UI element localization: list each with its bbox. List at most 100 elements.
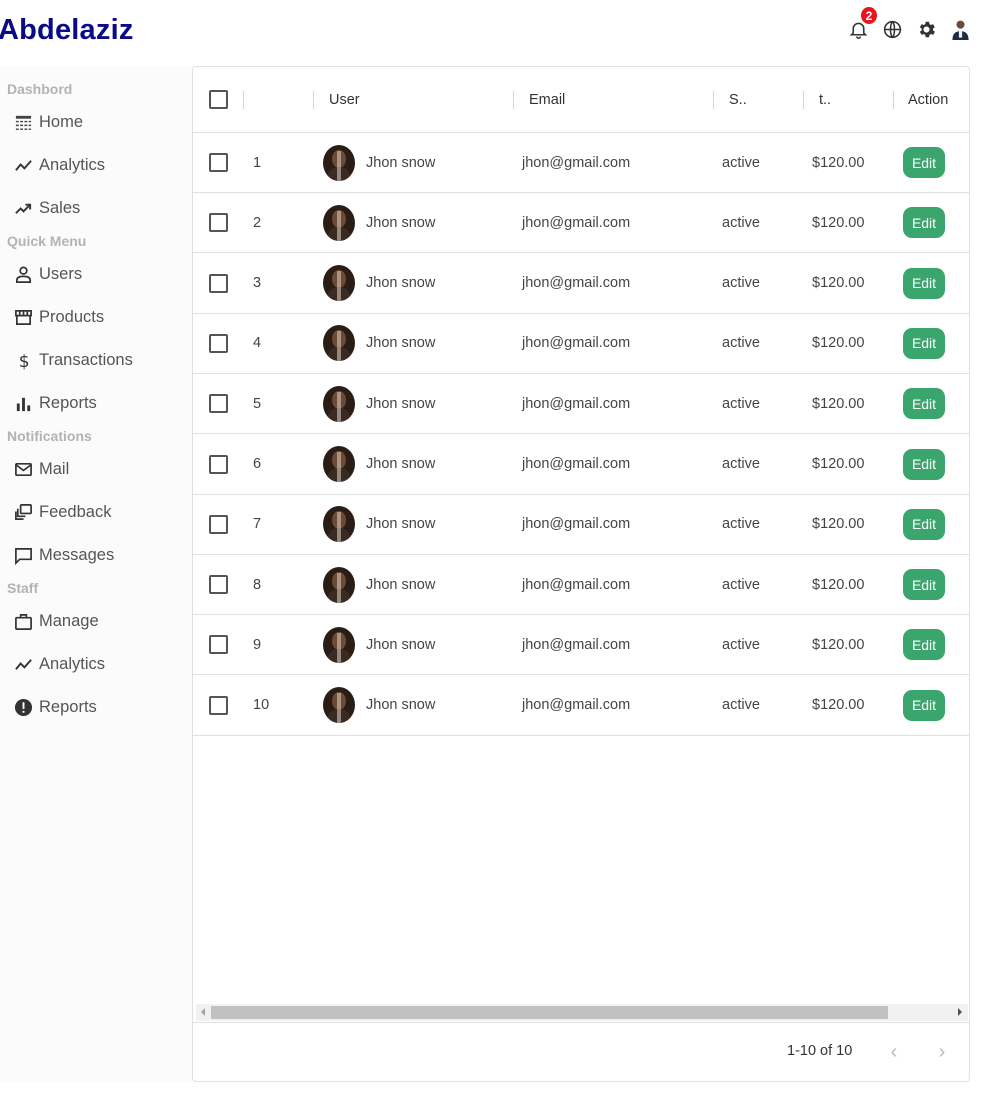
row-checkbox[interactable] — [209, 394, 228, 414]
sidebar-item-home[interactable]: Home — [0, 101, 192, 144]
sidebar-item-label: Mail — [39, 460, 70, 478]
bell-icon[interactable]: 2 — [847, 7, 877, 41]
scroll-right-arrow[interactable] — [958, 1008, 962, 1016]
column-header-transaction[interactable]: t.. — [819, 67, 831, 132]
table-row[interactable]: 9 Jhon snow jhon@gmail.com active $120.0… — [193, 615, 969, 676]
sidebar-item-reports[interactable]: Reports — [0, 382, 192, 425]
status-cell: active — [722, 697, 760, 714]
row-checkbox[interactable] — [209, 695, 228, 715]
row-id: 1 — [253, 154, 262, 171]
row-checkbox[interactable] — [209, 514, 228, 534]
action-cell: Edit — [903, 314, 945, 373]
user-cell: Jhon snow — [323, 615, 435, 674]
scroll-left-arrow[interactable] — [201, 1008, 205, 1016]
table-row[interactable]: 8 Jhon snow jhon@gmail.com active $120.0… — [193, 555, 969, 616]
user-cell: Jhon snow — [323, 435, 435, 494]
user-avatar-image — [323, 687, 355, 724]
dollar-icon: $ — [12, 351, 34, 371]
select-all-checkbox[interactable] — [209, 90, 228, 109]
user-cell: Jhon snow — [323, 314, 435, 373]
action-cell: Edit — [903, 435, 945, 494]
line-chart-icon — [12, 156, 34, 176]
row-id: 6 — [253, 456, 262, 472]
column-separator[interactable] — [713, 91, 714, 109]
row-checkbox[interactable] — [209, 454, 228, 474]
gear-icon[interactable] — [915, 17, 937, 41]
edit-button[interactable]: Edit — [903, 207, 945, 239]
sidebar-item-staff-reports[interactable]: Reports — [0, 686, 192, 729]
chevron-left-icon[interactable]: ‹ — [884, 1040, 904, 1064]
column-separator[interactable] — [243, 91, 244, 109]
table-row[interactable]: 6 Jhon snow jhon@gmail.com active $120.0… — [193, 435, 969, 495]
row-checkbox[interactable] — [209, 273, 228, 293]
table-row[interactable]: 5 Jhon snow jhon@gmail.com active $120.0… — [193, 374, 969, 435]
table-row[interactable]: 4 Jhon snow jhon@gmail.com active $120.0… — [193, 314, 969, 374]
horizontal-scrollbar[interactable] — [196, 1004, 968, 1021]
store-icon — [12, 308, 34, 328]
row-id: 7 — [253, 516, 262, 533]
chevron-right-icon[interactable]: › — [932, 1040, 952, 1064]
row-checkbox[interactable] — [209, 333, 228, 353]
action-cell: Edit — [903, 254, 945, 313]
edit-button[interactable]: Edit — [903, 508, 945, 540]
feedback-icon — [12, 503, 34, 523]
sidebar-item-transactions[interactable]: $ Transactions — [0, 339, 192, 382]
table-row[interactable]: 7 Jhon snow jhon@gmail.com active $120.0… — [193, 495, 969, 555]
sidebar-section-notifications: Notifications — [7, 428, 92, 444]
column-header-email[interactable]: Email — [529, 67, 565, 132]
row-checkbox[interactable] — [209, 635, 228, 655]
edit-button[interactable]: Edit — [903, 267, 945, 299]
row-checkbox-cell — [209, 435, 228, 494]
edit-button[interactable]: Edit — [903, 629, 945, 661]
column-header-action[interactable]: Action — [908, 67, 948, 132]
user-name: Jhon snow — [366, 697, 436, 714]
sidebar-item-label: Analytics — [39, 156, 106, 174]
amount-cell: $120.00 — [812, 395, 865, 412]
email-cell: jhon@gmail.com — [522, 335, 631, 352]
user-name: Jhon snow — [366, 636, 436, 653]
user-cell: Jhon snow — [323, 374, 435, 433]
email-cell: jhon@gmail.com — [522, 456, 631, 472]
sidebar-item-staff-analytics[interactable]: Analytics — [0, 643, 192, 686]
line-chart-icon — [12, 655, 34, 675]
sidebar-item-sales[interactable]: Sales — [0, 187, 192, 230]
sidebar-item-label: Transactions — [39, 351, 133, 369]
user-cell: Jhon snow — [323, 254, 435, 313]
globe-icon[interactable] — [881, 17, 903, 41]
sidebar-item-mail[interactable]: Mail — [0, 448, 192, 491]
alert-circle-icon — [12, 698, 34, 718]
edit-button[interactable]: Edit — [903, 147, 945, 178]
row-checkbox[interactable] — [209, 213, 228, 233]
row-checkbox[interactable] — [209, 153, 228, 172]
edit-button[interactable]: Edit — [903, 388, 945, 420]
table-row[interactable]: 10 Jhon snow jhon@gmail.com active $120.… — [193, 676, 969, 736]
sidebar-item-products[interactable]: Products — [0, 296, 192, 339]
column-header-status[interactable]: S.. — [729, 67, 747, 132]
scrollbar-thumb[interactable] — [211, 1006, 888, 1019]
table-row[interactable]: 1 Jhon snow jhon@gmail.com active $120.0… — [193, 133, 969, 193]
table-row[interactable]: 3 Jhon snow jhon@gmail.com active $120.0… — [193, 254, 969, 314]
edit-button[interactable]: Edit — [903, 448, 945, 480]
column-separator[interactable] — [893, 91, 894, 109]
column-header-user[interactable]: User — [329, 67, 360, 132]
column-separator[interactable] — [803, 91, 804, 109]
row-checkbox[interactable] — [209, 575, 228, 595]
column-separator[interactable] — [513, 91, 514, 109]
sidebar-item-messages[interactable]: Messages — [0, 534, 192, 577]
table-footer: 1-10 of 10 ‹ › — [193, 1022, 969, 1081]
app-logo[interactable]: Abdelaziz — [0, 14, 134, 47]
status-cell: active — [722, 275, 760, 292]
sidebar-item-manage[interactable]: Manage — [0, 600, 192, 643]
action-cell: Edit — [903, 133, 945, 192]
user-avatar[interactable] — [949, 16, 971, 42]
sidebar-item-users[interactable]: Users — [0, 253, 192, 296]
edit-button[interactable]: Edit — [903, 327, 945, 359]
column-separator[interactable] — [313, 91, 314, 109]
sidebar-item-feedback[interactable]: Feedback — [0, 491, 192, 534]
table-row[interactable]: 2 Jhon snow jhon@gmail.com active $120.0… — [193, 193, 969, 254]
sidebar-item-analytics[interactable]: Analytics — [0, 144, 192, 187]
edit-button[interactable]: Edit — [903, 689, 945, 721]
row-id: 5 — [253, 395, 262, 412]
sidebar-item-label: Reports — [39, 394, 97, 412]
edit-button[interactable]: Edit — [903, 569, 945, 601]
